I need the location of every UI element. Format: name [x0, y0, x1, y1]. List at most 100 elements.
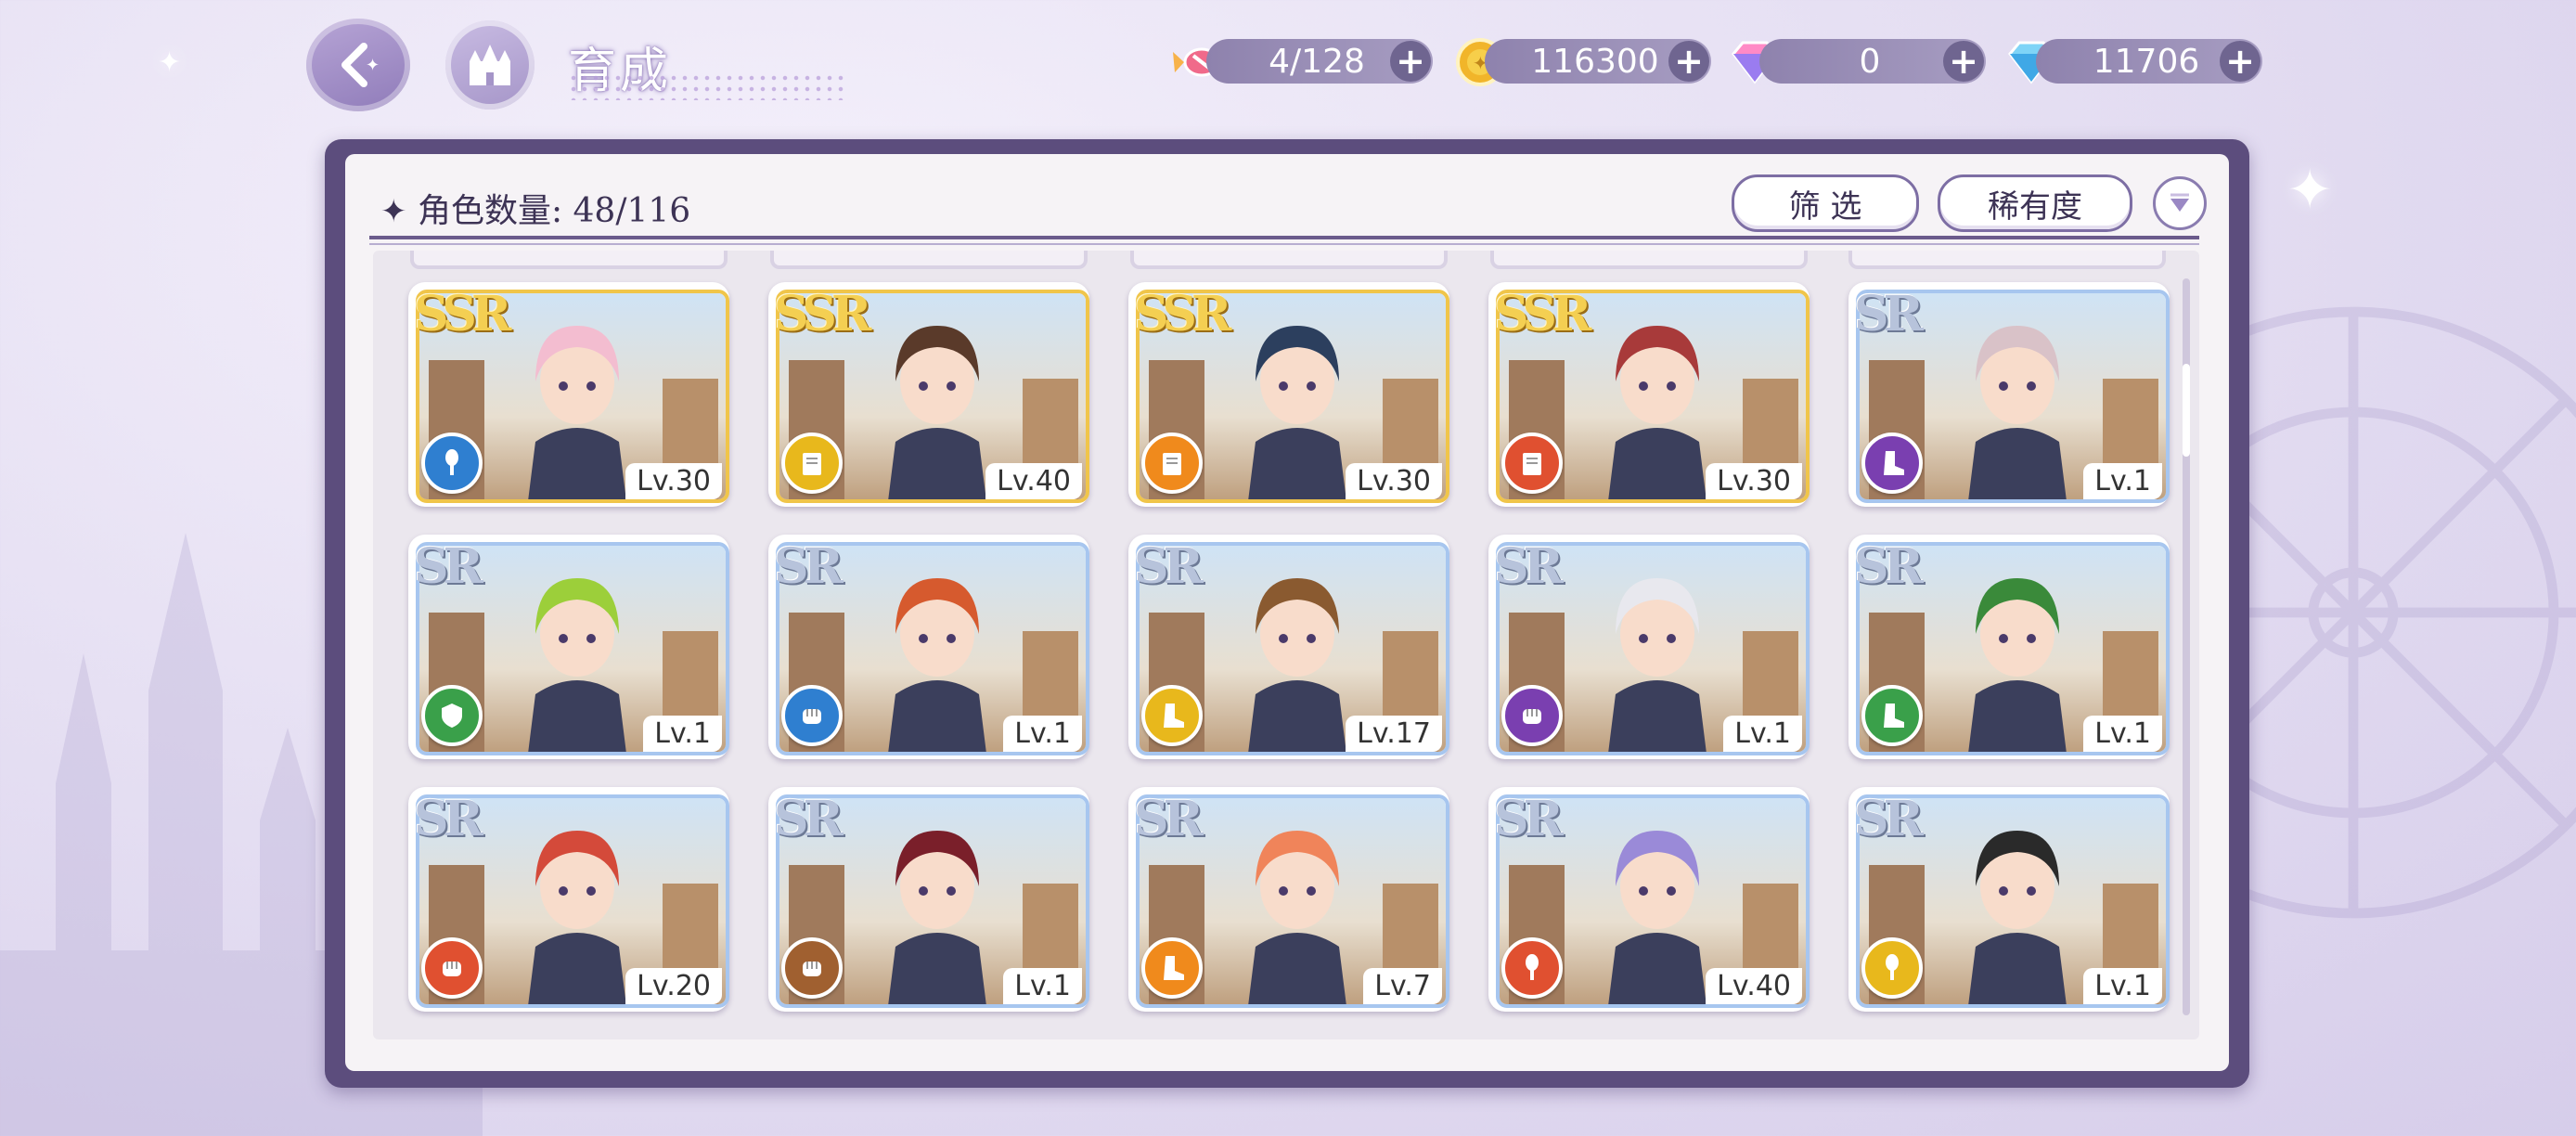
- add-blue-diamond-button[interactable]: +: [2220, 41, 2260, 82]
- scrollbar-thumb[interactable]: [2183, 364, 2190, 457]
- partial-card-top: [410, 251, 728, 269]
- add-candy-button[interactable]: +: [1390, 41, 1431, 82]
- character-figure: [528, 578, 626, 752]
- character-card[interactable]: SR Lv.1: [1848, 787, 2170, 1012]
- resource-candy: 4/128 +: [1206, 39, 1433, 84]
- rarity-badge: SSR: [774, 286, 871, 342]
- level-label: Lv.17: [1346, 716, 1442, 752]
- character-card[interactable]: SSR Lv.40: [768, 282, 1089, 507]
- castle-home-icon: [470, 45, 510, 85]
- boot-icon: [1861, 685, 1923, 746]
- character-card[interactable]: SR Lv.1: [1848, 535, 2170, 759]
- level-label: Lv.30: [625, 463, 722, 499]
- level-label: Lv.7: [1363, 968, 1442, 1004]
- level-label: Lv.1: [1003, 716, 1082, 752]
- rarity-badge: SR: [1494, 538, 1564, 595]
- partial-card-top: [1490, 251, 1808, 269]
- level-label: Lv.40: [1706, 968, 1802, 1004]
- rarity-badge: SR: [1854, 538, 1924, 595]
- character-figure: [888, 831, 986, 1004]
- boot-icon: [1861, 432, 1923, 494]
- book-icon: [1141, 432, 1203, 494]
- sparkle-icon: ✦: [2286, 158, 2334, 223]
- microphone-icon: [1861, 937, 1923, 999]
- back-arrow-icon: ✦: [341, 43, 380, 87]
- add-gold-button[interactable]: +: [1668, 41, 1709, 82]
- rarity-badge: SR: [1854, 286, 1924, 342]
- filter-button[interactable]: 筛 选: [1732, 174, 1919, 232]
- level-label: Lv.1: [1003, 968, 1082, 1004]
- microphone-icon: [421, 432, 483, 494]
- character-card[interactable]: SR Lv.20: [408, 787, 729, 1012]
- character-card[interactable]: SR Lv.1: [1848, 282, 2170, 507]
- fist-icon: [781, 937, 843, 999]
- character-count: ✦ 角色数量: 48/116: [380, 184, 690, 232]
- rarity-badge: SR: [1134, 538, 1204, 595]
- resource-pink-gem: 0 +: [1759, 39, 1986, 84]
- add-pink-gem-button[interactable]: +: [1943, 41, 1984, 82]
- rarity-badge: SR: [1854, 791, 1924, 847]
- resource-blue-diamond: 11706 +: [2036, 39, 2262, 84]
- sort-order-button[interactable]: [2153, 176, 2207, 230]
- character-card[interactable]: SSR Lv.30: [408, 282, 729, 507]
- partial-card-top: [770, 251, 1088, 269]
- character-card[interactable]: SR Lv.1: [768, 535, 1089, 759]
- book-icon: [1501, 432, 1563, 494]
- scrollbar[interactable]: [2183, 278, 2190, 1015]
- rarity-sort-button[interactable]: 稀有度: [1938, 174, 2132, 232]
- partial-card-top: [1130, 251, 1448, 269]
- character-card[interactable]: SR Lv.40: [1488, 787, 1810, 1012]
- blue-diamond-count: 11706: [2093, 42, 2200, 81]
- character-card[interactable]: SR Lv.1: [768, 787, 1089, 1012]
- rarity-badge: SSR: [1134, 286, 1231, 342]
- rarity-badge: SSR: [414, 286, 511, 342]
- header-divider: [369, 236, 2199, 239]
- resource-gold: 116300 +: [1485, 39, 1711, 84]
- chevron-down-icon: [2170, 193, 2189, 212]
- back-button[interactable]: ✦: [306, 19, 410, 111]
- home-button[interactable]: [445, 20, 535, 110]
- boot-icon: [1141, 685, 1203, 746]
- character-card[interactable]: SR Lv.7: [1128, 787, 1449, 1012]
- sparkle-icon: ✦: [158, 46, 182, 79]
- character-card[interactable]: SSR Lv.30: [1488, 282, 1810, 507]
- partial-card-top: [1848, 251, 2166, 269]
- level-label: Lv.1: [2083, 968, 2162, 1004]
- level-label: Lv.1: [643, 716, 722, 752]
- rarity-badge: SR: [414, 791, 483, 847]
- microphone-icon: [1501, 937, 1563, 999]
- level-label: Lv.1: [2083, 716, 2162, 752]
- character-card[interactable]: SR Lv.1: [1488, 535, 1810, 759]
- level-label: Lv.1: [1723, 716, 1802, 752]
- level-label: Lv.1: [2083, 463, 2162, 499]
- rarity-badge: SR: [1134, 791, 1204, 847]
- header-divider-thin: [369, 243, 2199, 245]
- book-icon: [781, 432, 843, 494]
- level-label: Lv.30: [1706, 463, 1802, 499]
- rarity-badge: SR: [1494, 791, 1564, 847]
- character-figure: [1608, 578, 1707, 752]
- character-figure: [1248, 831, 1346, 1004]
- svg-text:✦: ✦: [366, 56, 380, 75]
- character-card[interactable]: SSR Lv.30: [1128, 282, 1449, 507]
- character-figure: [1968, 831, 2067, 1004]
- level-label: Lv.30: [1346, 463, 1442, 499]
- shield-icon: [421, 685, 483, 746]
- level-label: Lv.20: [625, 968, 722, 1004]
- rarity-badge: SR: [414, 538, 483, 595]
- character-figure: [888, 578, 986, 752]
- title-decoration: [568, 72, 846, 100]
- candy-count: 4/128: [1269, 42, 1365, 81]
- boot-icon: [1141, 937, 1203, 999]
- star-icon: ✦: [380, 193, 407, 230]
- character-card[interactable]: SR Lv.17: [1128, 535, 1449, 759]
- character-card[interactable]: SR Lv.1: [408, 535, 729, 759]
- fist-icon: [781, 685, 843, 746]
- rarity-badge: SR: [774, 791, 844, 847]
- pink-gem-count: 0: [1859, 42, 1881, 81]
- fist-icon: [421, 937, 483, 999]
- character-figure: [1968, 578, 2067, 752]
- fist-icon: [1501, 685, 1563, 746]
- character-figure: [1968, 326, 2067, 499]
- gold-count: 116300: [1531, 42, 1659, 81]
